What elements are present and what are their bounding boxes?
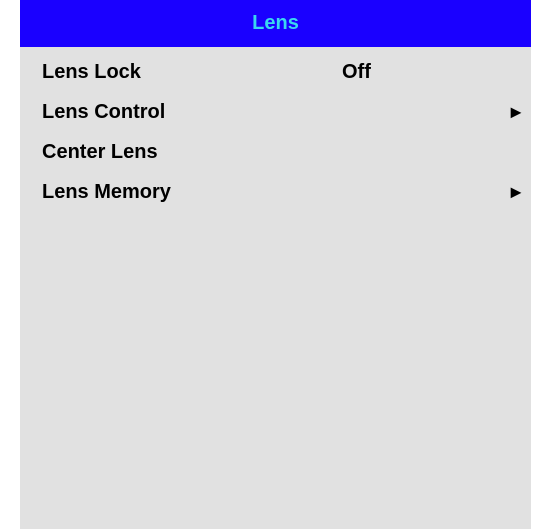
menu-item-label: Center Lens	[42, 141, 158, 163]
menu-item-label: Lens Lock	[42, 61, 141, 83]
menu-item-label: Lens Control	[42, 101, 166, 123]
menu-item-label: Lens Memory	[42, 181, 171, 203]
menu-item-lens-control[interactable]: Lens Control ►	[20, 94, 531, 134]
menu-item-lens-memory[interactable]: Lens Memory ►	[20, 174, 531, 214]
menu-item-lens-lock[interactable]: Lens Lock Off	[20, 54, 531, 94]
menu-title: Lens	[252, 12, 299, 34]
submenu-arrow-icon: ►	[507, 182, 525, 202]
menu-title-bar: Lens	[20, 0, 531, 47]
menu-item-center-lens[interactable]: Center Lens	[20, 134, 531, 174]
lens-lock-value[interactable]: Off	[342, 61, 371, 84]
submenu-arrow-icon: ►	[507, 102, 525, 122]
lens-menu-panel: Lens Lens Lock Off Lens Control ► Center…	[20, 0, 531, 529]
menu-item-list: Lens Lock Off Lens Control ► Center Lens…	[20, 54, 531, 214]
